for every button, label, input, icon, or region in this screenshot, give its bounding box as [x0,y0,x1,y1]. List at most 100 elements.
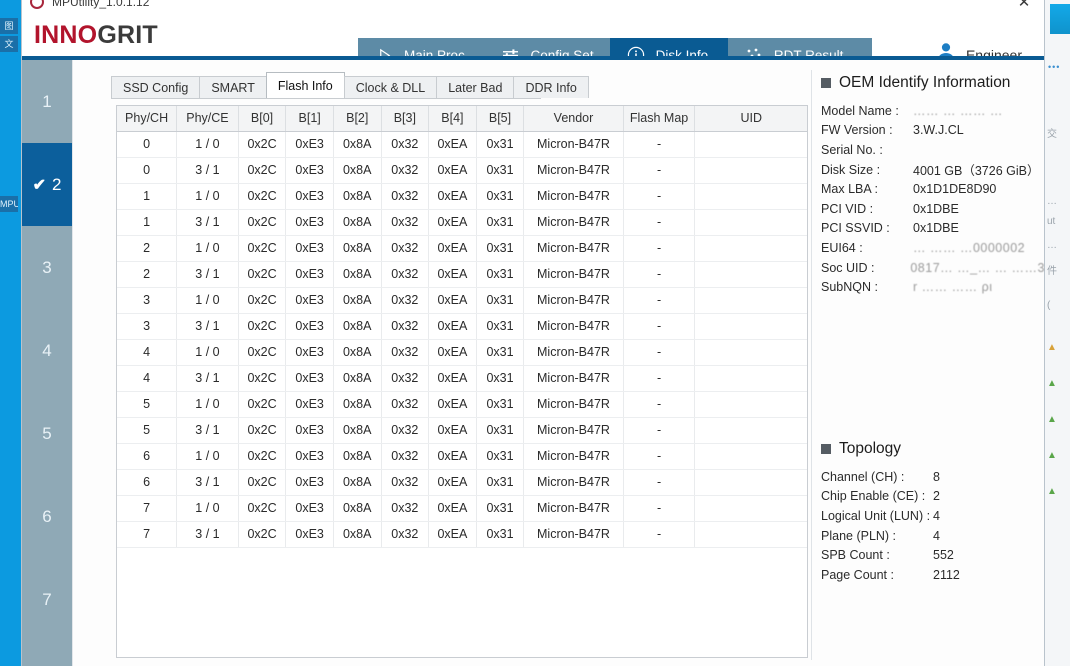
table-cell: 0xEA [428,339,477,366]
topology-field-label: Page Count : [821,567,894,582]
topology-field: SPB Count : 552 [821,545,1045,565]
table-row[interactable]: 51 / 0 0x2C 0xE3 0x8A 0x32 0xEA 0x31 Micron-B47… [117,391,807,418]
column-header-uid[interactable]: UID [694,106,807,132]
table-row[interactable]: 53 / 1 0x2C 0xE3 0x8A 0x32 0xEA 0x31 Micron-B47… [117,417,807,444]
table-row[interactable]: 43 / 1 0x2C 0xE3 0x8A 0x32 0xEA 0x31 Micron-B47… [117,365,807,392]
table-cell: 5 [117,417,178,444]
disk-info-panel: OEM Identify Information Model Name : …… … [821,74,1045,660]
sidebar-step-3[interactable]: 3 [22,226,72,309]
table-cell: 3 / 1 [176,209,239,236]
table-cell: 0xE3 [285,495,334,522]
column-header-b-4[interactable]: B[4] [428,106,477,132]
table-cell: 1 / 0 [176,339,239,366]
oem-field: Soc UID : 0817… …_… … ……3 [821,258,1045,278]
column-header-b-0[interactable]: B[0] [238,106,287,132]
table-row[interactable]: 21 / 0 0x2C 0xE3 0x8A 0x32 0xEA 0x31 Micron-B47… [117,235,807,262]
table-cell: 0xEA [428,183,477,210]
sub-tab-later-bad[interactable]: Later Bad [436,76,515,98]
table-row[interactable]: 23 / 1 0x2C 0xE3 0x8A 0x32 0xEA 0x31 Micron-B47… [117,261,807,288]
column-header-flash-map[interactable]: Flash Map [623,106,696,132]
sub-tab-flash-info[interactable]: Flash Info [265,72,345,98]
close-icon[interactable]: ✕ [1014,0,1034,12]
column-header-b-1[interactable]: B[1] [285,106,334,132]
table-cell: 0x32 [381,443,430,470]
table-cell: 0x31 [476,287,525,314]
step-number: 6 [42,506,52,526]
table-cell: 0xE3 [285,287,334,314]
table-row[interactable]: 61 / 0 0x2C 0xE3 0x8A 0x32 0xEA 0x31 Micron-B47… [117,443,807,470]
table-cell: 0x2C [238,417,287,444]
column-header-b-3[interactable]: B[3] [381,106,430,132]
table-cell: 3 / 1 [176,417,239,444]
table-cell: - [623,365,696,392]
oem-field-label: PCI VID : [821,201,874,216]
column-header-phy-ce[interactable]: Phy/CE [176,106,239,132]
window-title: MPUtility_1.0.1.12 [52,0,150,9]
table-cell [694,443,807,470]
panel-divider [811,70,812,660]
sidebar-step-7[interactable]: 7 [22,558,72,641]
table-cell: 3 / 1 [176,521,239,548]
table-cell: - [623,183,696,210]
topology-field: Logical Unit (LUN) :4 [821,506,1045,526]
table-row[interactable]: 63 / 1 0x2C 0xE3 0x8A 0x32 0xEA 0x31 Micron-B47… [117,469,807,496]
topology-field-value: 4 [933,508,940,523]
table-row[interactable]: 13 / 1 0x2C 0xE3 0x8A 0x32 0xEA 0x31 Micron-B47… [117,209,807,236]
topology-field-value: 4 [933,528,940,543]
sub-tabs: SSD Config SMART Flash Info Clock & DLL … [111,72,589,98]
table-cell: 0xE3 [285,469,334,496]
background-right-accent [1050,4,1070,34]
table-cell: 0xEA [428,391,477,418]
table-cell: 0x8A [333,209,382,236]
table-cell [694,183,807,210]
sidebar-step-1[interactable]: 1 [22,60,72,143]
table-cell: 0xE3 [285,209,334,236]
table-cell: 0 [117,157,178,184]
table-row[interactable]: 41 / 0 0x2C 0xE3 0x8A 0x32 0xEA 0x31 Micron-B47… [117,339,807,366]
table-row[interactable]: 71 / 0 0x2C 0xE3 0x8A 0x32 0xEA 0x31 Micron-B47… [117,495,807,522]
table-row[interactable]: 73 / 1 0x2C 0xE3 0x8A 0x32 0xEA 0x31 Micron-B47… [117,521,807,548]
table-cell [694,157,807,184]
table-cell: 3 [117,313,178,340]
table-cell: - [623,235,696,262]
table-cell: 0x32 [381,521,430,548]
table-cell: 0x31 [476,469,525,496]
table-row[interactable]: 33 / 1 0x2C 0xE3 0x8A 0x32 0xEA 0x31 Micron-B47… [117,313,807,340]
sidebar-step-2[interactable]: ✔ 2 [22,143,72,226]
sidebar-step-4[interactable]: 4 [22,309,72,392]
sidebar-step-6[interactable]: 6 [22,475,72,558]
table-cell: - [623,391,696,418]
table-cell: 0x31 [476,209,525,236]
table-row[interactable]: 11 / 0 0x2C 0xE3 0x8A 0x32 0xEA 0x31 Micron-B47… [117,183,807,210]
sub-tab-ddr-info[interactable]: DDR Info [513,76,589,98]
table-cell: 0xEA [428,469,477,496]
table-cell: 0x32 [381,313,430,340]
column-header-phy-ch[interactable]: Phy/CH [117,106,178,132]
table-cell: Micron-B47R [523,287,624,314]
table-cell: 0xE3 [285,183,334,210]
table-cell: Micron-B47R [523,521,624,548]
table-row[interactable]: 01 / 0 0x2C 0xE3 0x8A 0x32 0xEA 0x31 Micron-B47… [117,131,807,158]
table-cell: 0xE3 [285,261,334,288]
sub-tab-smart[interactable]: SMART [199,76,267,98]
background-left-chip-1: 图 [0,18,18,34]
table-cell: 1 / 0 [176,495,239,522]
table-cell: 0x8A [333,157,382,184]
sidebar-step-5[interactable]: 5 [22,392,72,475]
table-row[interactable]: 31 / 0 0x2C 0xE3 0x8A 0x32 0xEA 0x31 Micron-B47… [117,287,807,314]
table-cell: 0xE3 [285,521,334,548]
table-row[interactable]: 03 / 1 0x2C 0xE3 0x8A 0x32 0xEA 0x31 Micron-B47… [117,157,807,184]
sub-tab-ssd-config[interactable]: SSD Config [111,76,201,98]
table-cell [694,235,807,262]
sub-tab-clock-dll[interactable]: Clock & DLL [343,76,438,98]
table-cell: 0x31 [476,443,525,470]
column-header-b-2[interactable]: B[2] [333,106,382,132]
table-cell: 0x8A [333,183,382,210]
column-header-b-5[interactable]: B[5] [476,106,525,132]
oem-field-label: PCI SSVID : [821,221,890,236]
brand-logo-red: INNO [34,21,98,49]
table-cell: Micron-B47R [523,235,624,262]
step-number: 3 [42,257,52,277]
table-cell: 0x8A [333,287,382,314]
column-header-vendor[interactable]: Vendor [523,106,624,132]
